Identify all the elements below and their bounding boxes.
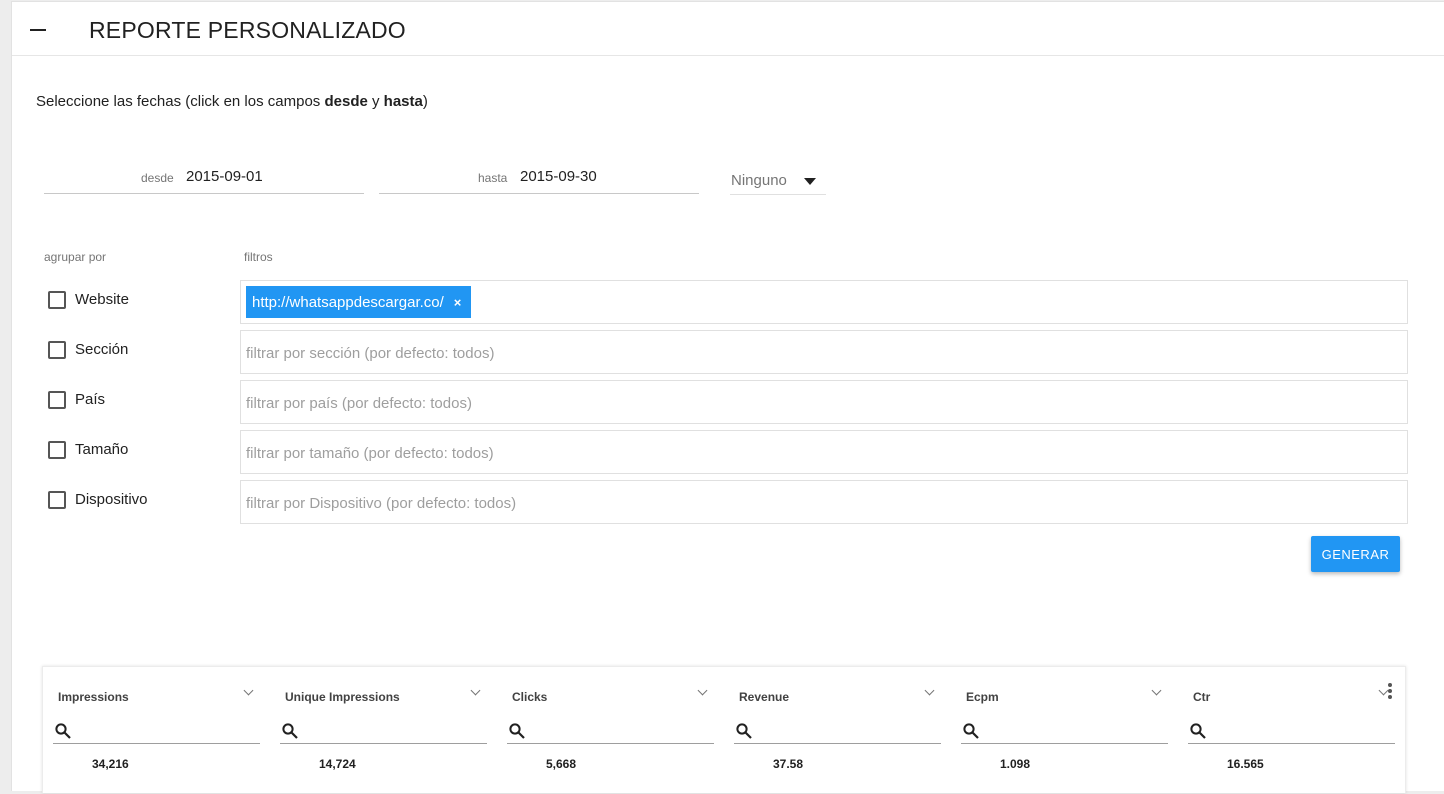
column-header[interactable]: Ctr — [1193, 690, 1210, 704]
column-value: 14,724 — [319, 757, 356, 771]
column-filter-input[interactable] — [531, 722, 709, 740]
chevron-down-icon[interactable] — [924, 685, 935, 696]
date-from-field[interactable]: desde — [44, 166, 364, 194]
pais-label: País — [75, 391, 106, 408]
minus-icon — [30, 29, 46, 31]
website-chip: http://whatsappdescargar.co/ × — [246, 286, 472, 318]
column-filter-input[interactable] — [304, 722, 482, 740]
groupby-label: agrupar por — [44, 250, 107, 264]
date-from-label: desde — [141, 171, 174, 185]
seccion-filter[interactable] — [240, 330, 1408, 374]
column-header[interactable]: Clicks — [512, 690, 547, 704]
seccion-label: Sección — [75, 341, 129, 358]
column-filter[interactable] — [53, 719, 260, 744]
column-filter[interactable] — [507, 719, 714, 744]
website-label: Website — [75, 291, 129, 308]
seccion-filter-input[interactable] — [246, 342, 1146, 364]
column-filter[interactable] — [280, 719, 487, 744]
dispositivo-filter[interactable] — [240, 480, 1408, 524]
collapse-button[interactable] — [22, 14, 54, 46]
search-icon — [55, 723, 71, 739]
tamano-checkbox[interactable] — [48, 441, 66, 459]
page-title: REPORTE PERSONALIZADO — [89, 17, 406, 43]
column-value: 37.58 — [773, 757, 804, 771]
dispositivo-filter-input[interactable] — [246, 492, 1146, 514]
dispositivo-label: Dispositivo — [75, 491, 148, 508]
date-to-input[interactable] — [520, 168, 690, 185]
date-instructions: Seleccione las fechas (click en los camp… — [36, 93, 428, 110]
grid-column-impressions: Impressions 34,216 — [53, 667, 260, 794]
search-icon — [1190, 723, 1206, 739]
search-icon — [282, 723, 298, 739]
date-from-input[interactable] — [186, 168, 356, 185]
column-header[interactable]: Revenue — [739, 690, 789, 704]
generate-button[interactable]: GENERAR — [1311, 536, 1400, 572]
preset-select[interactable]: Ninguno — [730, 168, 826, 195]
column-filter-input[interactable] — [985, 722, 1163, 740]
date-to-field[interactable]: hasta — [379, 166, 699, 194]
tamano-label: Tamaño — [75, 441, 129, 458]
column-filter-input[interactable] — [758, 722, 936, 740]
grid-column-unique-impressions: Unique Impressions 14,724 — [280, 667, 487, 794]
seccion-checkbox[interactable] — [48, 341, 66, 359]
website-checkbox[interactable] — [48, 291, 66, 309]
report-panel: REPORTE PERSONALIZADO Seleccione las fec… — [11, 1, 1444, 793]
pais-checkbox[interactable] — [48, 391, 66, 409]
column-filter-input[interactable] — [1212, 722, 1390, 740]
chevron-down-icon[interactable] — [1151, 685, 1162, 696]
website-filter[interactable]: http://whatsappdescargar.co/ × — [240, 280, 1408, 324]
chevron-down-icon[interactable] — [243, 685, 254, 696]
grid-column-clicks: Clicks 5,668 — [507, 667, 714, 794]
column-value: 1.098 — [1000, 757, 1031, 771]
pais-filter-input[interactable] — [246, 392, 1146, 414]
chevron-down-icon[interactable] — [470, 685, 481, 696]
kebab-menu-icon[interactable] — [1386, 683, 1394, 705]
search-icon — [509, 723, 525, 739]
results-grid: Impressions 34,216 Unique Impressions 14… — [42, 666, 1406, 793]
preset-select-value: Ninguno — [731, 172, 787, 189]
column-value: 16.565 — [1227, 757, 1264, 771]
filters-label: filtros — [244, 250, 273, 264]
column-filter[interactable] — [734, 719, 941, 744]
column-value: 5,668 — [546, 757, 577, 771]
dispositivo-checkbox[interactable] — [48, 491, 66, 509]
tamano-filter-input[interactable] — [246, 442, 1146, 464]
grid-column-revenue: Revenue 37.58 — [734, 667, 941, 794]
column-filter[interactable] — [961, 719, 1168, 744]
panel-header: REPORTE PERSONALIZADO — [12, 2, 1444, 56]
column-filter-input[interactable] — [77, 722, 255, 740]
column-header[interactable]: Impressions — [58, 690, 129, 704]
pais-filter[interactable] — [240, 380, 1408, 424]
chip-label: http://whatsappdescargar.co/ — [252, 293, 444, 311]
date-to-label: hasta — [478, 171, 508, 185]
tamano-filter[interactable] — [240, 430, 1408, 474]
column-value: 34,216 — [92, 757, 129, 771]
grid-column-ctr: Ctr 16.565 — [1188, 667, 1395, 794]
search-icon — [963, 723, 979, 739]
grid-column-ecpm: Ecpm 1.098 — [961, 667, 1168, 794]
chevron-down-icon[interactable] — [697, 685, 708, 696]
column-header[interactable]: Ecpm — [966, 690, 999, 704]
close-icon[interactable]: × — [454, 296, 462, 309]
column-filter[interactable] — [1188, 719, 1395, 744]
search-icon — [736, 723, 752, 739]
caret-down-icon — [804, 178, 816, 185]
column-header[interactable]: Unique Impressions — [285, 690, 400, 704]
